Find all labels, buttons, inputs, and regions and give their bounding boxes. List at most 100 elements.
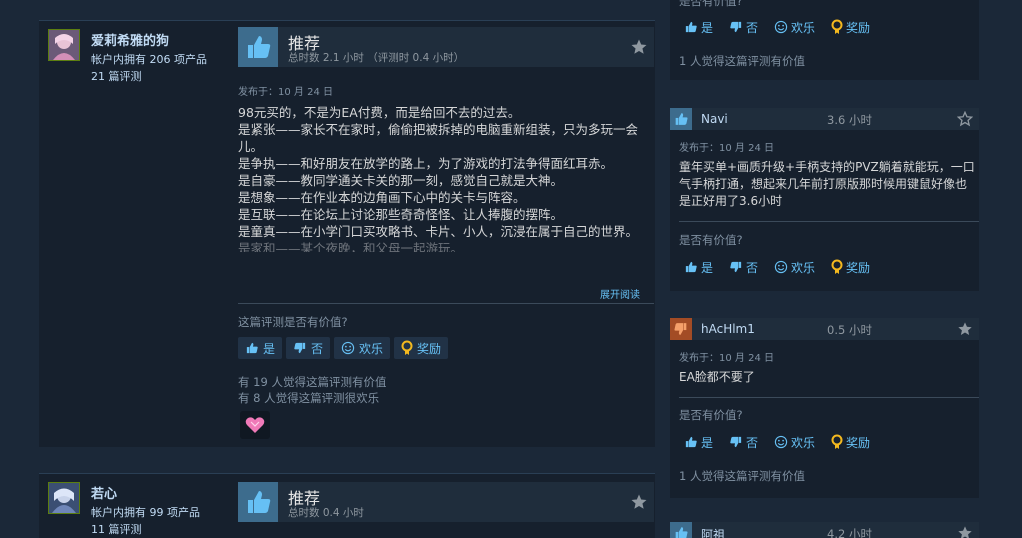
- thumbs-up-icon: [685, 261, 697, 273]
- vote-no-label: 否: [746, 260, 759, 275]
- helpful-question: 是否有价值?: [679, 408, 743, 422]
- vote-buttons: 是 否 欢乐 奖励: [679, 431, 875, 453]
- divider: [679, 221, 979, 222]
- vote-yes-label: 是: [701, 260, 714, 275]
- review-header[interactable]: 推荐 总时数 0.4 小时: [238, 482, 654, 522]
- vote-funny-label: 欢乐: [791, 435, 816, 450]
- helpful-question: 是否有价值?: [679, 233, 743, 247]
- vote-no-button[interactable]: 否: [724, 16, 763, 38]
- avatar[interactable]: [48, 482, 80, 514]
- helpful-count: 有 19 人觉得这篇评测有价值: [238, 375, 387, 389]
- award-label: 奖励: [846, 20, 871, 35]
- vote-no-label: 否: [746, 20, 759, 35]
- review-header[interactable]: 推荐 总时数 2.1 小时 （评测时 0.4 小时）: [238, 27, 654, 67]
- vote-no-button[interactable]: 否: [724, 256, 763, 278]
- star-icon[interactable]: [630, 38, 648, 60]
- review-hours: 总时数 2.1 小时 （评测时 0.4 小时）: [288, 52, 465, 64]
- vote-buttons: 是 否 欢乐 奖励: [679, 16, 875, 38]
- heart-award-icon: [245, 417, 265, 433]
- review-header[interactable]: hAcHlm1 0.5 小时: [670, 318, 979, 340]
- text-fade: [238, 251, 648, 273]
- review-line: 98元买的，不是为EA付费，而是给回不去的过去。: [238, 105, 521, 120]
- short-review-card: 阿祖 4.2 小时: [670, 522, 979, 538]
- review-body: 童年买单+画质升级+手柄支持的PVZ躺着就能玩，一口气手柄打通，想起来几年前打原…: [679, 160, 975, 208]
- short-review-card: 是否有价值? 是 否 欢乐 奖励 1 人觉得这篇评测有价值: [670, 0, 979, 80]
- review-line: 是想象——在作业本的边角画下心中的关卡与阵容。: [238, 190, 526, 205]
- review-count[interactable]: 21 篇评测: [91, 68, 142, 84]
- review-header[interactable]: Navi 3.6 小时: [670, 108, 979, 130]
- vote-no-button[interactable]: 否: [724, 431, 763, 453]
- award-label: 奖励: [846, 435, 871, 450]
- thumbs-up-icon: [670, 522, 692, 538]
- smiley-icon: [774, 435, 788, 449]
- username[interactable]: 阿祖: [701, 526, 725, 538]
- thumbs-up-icon: [238, 27, 278, 67]
- smiley-icon: [774, 20, 788, 34]
- review-body: 98元买的，不是为EA付费，而是给回不去的过去。 是紧张——家长不在家时，偷偷把…: [238, 104, 646, 252]
- award-button[interactable]: 奖励: [826, 16, 875, 38]
- posted-date: 发布于：10 月 24 日: [679, 353, 774, 364]
- vote-yes-button[interactable]: 是: [679, 16, 718, 38]
- review-card: 若心 帐户内拥有 99 项产品 11 篇评测 推荐 总时数 0.4 小时: [39, 474, 655, 538]
- vote-yes-label: 是: [263, 341, 276, 356]
- review-header[interactable]: 阿祖 4.2 小时: [670, 522, 979, 538]
- helpful-question: 是否有价值?: [679, 0, 743, 8]
- smiley-icon: [341, 341, 355, 355]
- expand-link[interactable]: 展开阅读: [600, 286, 640, 301]
- smiley-icon: [774, 260, 788, 274]
- award-label: 奖励: [846, 260, 871, 275]
- award-button[interactable]: 奖励: [826, 256, 875, 278]
- review-body: EA脸都不要了: [679, 370, 755, 384]
- award-icon: [831, 434, 843, 449]
- short-review-card: hAcHlm1 0.5 小时 发布于：10 月 24 日 EA脸都不要了 是否有…: [670, 318, 979, 498]
- owned-products[interactable]: 帐户内拥有 206 项产品: [91, 51, 207, 67]
- vote-yes-button[interactable]: 是: [679, 431, 718, 453]
- thumbs-up-icon: [246, 342, 258, 354]
- vote-funny-button[interactable]: 欢乐: [769, 16, 820, 38]
- avatar[interactable]: [48, 29, 80, 61]
- short-review-card: Navi 3.6 小时 发布于：10 月 24 日 童年买单+画质升级+手柄支持…: [670, 108, 979, 291]
- review-line: 是争执——和好朋友在放学的路上，为了游戏的打法争得面红耳赤。: [238, 156, 614, 171]
- vote-buttons: 是 否 欢乐 奖励: [238, 337, 449, 359]
- vote-funny-button[interactable]: 欢乐: [769, 431, 820, 453]
- review-author: 若心 帐户内拥有 99 项产品 11 篇评测: [39, 474, 229, 538]
- vote-yes-button[interactable]: 是: [238, 337, 283, 359]
- award-icon: [831, 259, 843, 274]
- vote-no-button[interactable]: 否: [286, 337, 331, 359]
- vote-no-label: 否: [311, 341, 324, 356]
- thumbs-up-icon: [670, 108, 692, 130]
- vote-buttons: 是 否 欢乐 奖励: [679, 256, 875, 278]
- thumbs-down-icon: [670, 318, 692, 340]
- award-button[interactable]: 奖励: [394, 337, 449, 359]
- helpful-question: 这篇评测是否有价值?: [238, 315, 348, 329]
- vote-funny-label: 欢乐: [791, 20, 816, 35]
- award-badge[interactable]: [240, 411, 270, 439]
- helpful-count: 1 人觉得这篇评测有价值: [679, 54, 805, 68]
- username[interactable]: hAcHlm1: [701, 322, 755, 336]
- thumbs-up-icon: [685, 21, 697, 33]
- vote-funny-button[interactable]: 欢乐: [334, 337, 391, 359]
- vote-yes-label: 是: [701, 20, 714, 35]
- vote-yes-button[interactable]: 是: [679, 256, 718, 278]
- posted-date: 发布于：10 月 24 日: [679, 143, 774, 154]
- vote-funny-label: 欢乐: [791, 260, 816, 275]
- thumbs-up-icon: [685, 436, 697, 448]
- vote-funny-label: 欢乐: [359, 341, 384, 356]
- star-icon[interactable]: [957, 321, 973, 341]
- review-count[interactable]: 11 篇评测: [91, 521, 142, 537]
- thumbs-up-icon: [238, 482, 278, 522]
- vote-funny-button[interactable]: 欢乐: [769, 256, 820, 278]
- star-outline-icon[interactable]: [956, 110, 974, 131]
- username[interactable]: Navi: [701, 112, 728, 126]
- award-button[interactable]: 奖励: [826, 431, 875, 453]
- username[interactable]: 若心: [91, 483, 117, 502]
- review-hours: 4.2 小时: [827, 527, 872, 538]
- thumbs-down-icon: [730, 21, 742, 33]
- divider: [679, 397, 979, 398]
- review-card: 爱莉希雅的狗 帐户内拥有 206 项产品 21 篇评测 推荐 总时数 2.1 小…: [39, 21, 655, 447]
- star-icon[interactable]: [957, 525, 973, 538]
- review-line: 是紧张——家长不在家时，偷偷把被拆掉的电脑重新组装，只为多玩一会儿。: [238, 122, 639, 154]
- owned-products[interactable]: 帐户内拥有 99 项产品: [91, 504, 200, 520]
- username[interactable]: 爱莉希雅的狗: [91, 30, 169, 49]
- star-icon[interactable]: [630, 493, 648, 515]
